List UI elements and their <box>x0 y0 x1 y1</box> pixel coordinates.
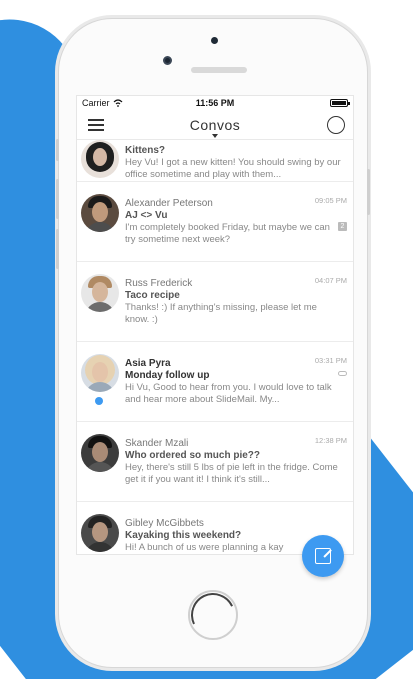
avatar <box>81 434 119 472</box>
message-count-badge: 2 <box>338 222 347 231</box>
avatar <box>81 354 119 392</box>
timestamp: 04:07 PM <box>314 276 347 285</box>
status-bar: Carrier 11:56 PM <box>77 96 353 110</box>
timestamp: 03:31 PM <box>314 356 347 365</box>
speaker-icon <box>191 67 247 73</box>
avatar <box>81 140 119 178</box>
subject: Kayaking this weekend? <box>125 530 242 541</box>
list-item[interactable]: Alexander Peterson 09:05 PM AJ <> Vu I'm… <box>77 182 353 262</box>
compose-button[interactable] <box>302 535 344 577</box>
volume-up-button <box>56 179 59 219</box>
front-camera-icon <box>163 56 172 65</box>
subject: Monday follow up <box>125 370 210 381</box>
subject: AJ <> Vu <box>125 210 168 221</box>
subject: Taco recipe <box>125 290 180 301</box>
list-item[interactable]: Kittens? Hey Vu! I got a new kitten! You… <box>77 140 353 182</box>
compose-icon <box>315 548 331 564</box>
preview: Thanks! :) If anything's missing, please… <box>125 302 317 325</box>
chevron-down-icon[interactable] <box>212 134 218 138</box>
status-time: 11:56 PM <box>195 98 235 108</box>
avatar <box>81 274 119 312</box>
avatar <box>81 514 119 552</box>
carrier-label: Carrier <box>82 98 110 108</box>
menu-icon[interactable] <box>88 119 104 131</box>
timestamp: 09:05 PM <box>314 196 347 205</box>
mute-switch <box>56 139 59 161</box>
preview: I'm completely booked Friday, but maybe … <box>125 222 330 245</box>
subject: Kittens? <box>125 145 165 156</box>
wifi-icon <box>113 99 122 107</box>
sender-name: Alexander Peterson <box>125 198 213 209</box>
list-item[interactable]: Russ Frederick 04:07 PM Taco recipe Than… <box>77 262 353 342</box>
preview: Hey Vu! I got a new kitten! You should s… <box>125 157 341 180</box>
status-circle-icon[interactable] <box>327 116 345 134</box>
avatar <box>81 194 119 232</box>
subject: Who ordered so much pie?? <box>125 450 261 461</box>
unread-indicator-icon <box>95 397 103 405</box>
nav-title[interactable]: Convos <box>190 117 240 133</box>
list-item[interactable]: Asia Pyra 03:31 PM Monday follow up Hi V… <box>77 342 353 422</box>
app-screen: Carrier 11:56 PM Convos Kittens? Hey Vu!… <box>76 95 354 555</box>
sender-name: Asia Pyra <box>125 358 171 369</box>
sender-name: Russ Frederick <box>125 278 193 289</box>
preview: Hi Vu, Good to hear from you. I would lo… <box>125 382 332 405</box>
battery-icon <box>330 99 350 107</box>
sender-name: Skander Mzali <box>125 438 189 449</box>
preview: Hi! A bunch of us were planning a kay <box>125 542 284 553</box>
conversation-list: Kittens? Hey Vu! I got a new kitten! You… <box>77 140 353 554</box>
battery <box>278 99 350 107</box>
list-item[interactable]: Skander Mzali 12:38 PM Who ordered so mu… <box>77 422 353 502</box>
camera-icon <box>211 37 218 44</box>
volume-down-button <box>56 229 59 269</box>
nav-bar: Convos <box>77 110 353 140</box>
attachment-icon <box>338 371 347 376</box>
preview: Hey, there's still 5 lbs of pie left in … <box>125 462 338 485</box>
sender-name: Gibley McGibbets <box>125 518 204 529</box>
carrier: Carrier <box>82 98 152 108</box>
timestamp: 12:38 PM <box>314 436 347 445</box>
power-button <box>367 169 370 215</box>
